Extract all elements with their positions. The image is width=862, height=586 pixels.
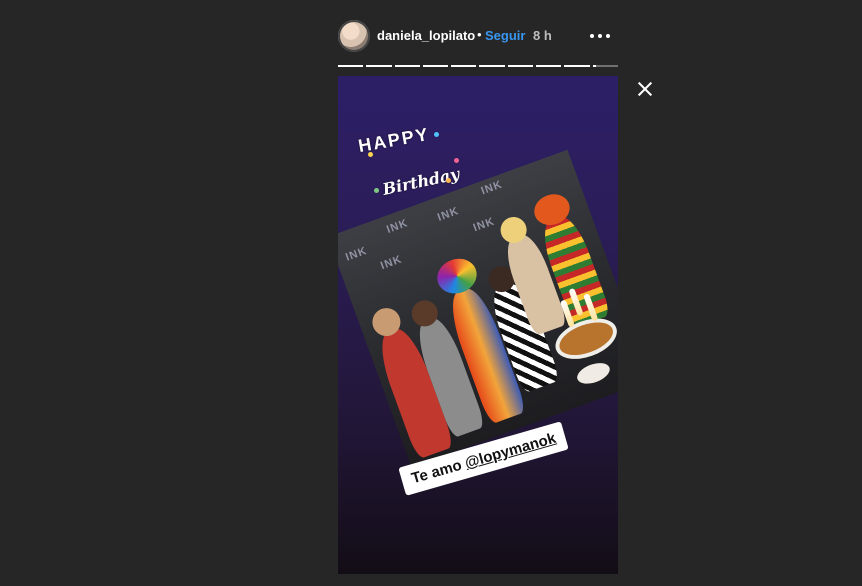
progress-fill [451, 65, 477, 67]
progress-fill [536, 65, 562, 67]
progress-fill [507, 65, 534, 67]
progress-fill [366, 65, 392, 67]
confetti-dot [368, 152, 373, 157]
dessert-plate [574, 359, 613, 388]
separator-dot: • [477, 27, 482, 42]
progress-segment [422, 65, 449, 67]
close-icon[interactable] [634, 78, 656, 100]
progress-segment [394, 65, 420, 67]
wall-logo-text: INK [379, 253, 404, 273]
wall-logo-text: INK [479, 178, 505, 198]
progress-segment [479, 65, 505, 67]
progress-fill [592, 65, 597, 67]
progress-fill [422, 65, 449, 67]
progress-segment [536, 65, 562, 67]
story-header: daniela_lopilato • Seguir 8 h [338, 20, 618, 52]
avatar[interactable] [338, 20, 370, 52]
story-progress-bar [338, 65, 618, 67]
confetti-dot [446, 178, 451, 183]
username-link[interactable]: daniela_lopilato [377, 28, 475, 43]
wall-logo-text: INK [344, 244, 369, 264]
progress-fill [338, 65, 364, 67]
more-dots-icon[interactable] [588, 24, 612, 48]
wall-logo-text: INK [471, 215, 497, 235]
progress-segment [451, 65, 477, 67]
progress-segment [507, 65, 534, 67]
confetti-dot [454, 158, 459, 163]
progress-fill [564, 65, 590, 67]
progress-segment [366, 65, 392, 67]
progress-fill [479, 65, 505, 67]
progress-segment [564, 65, 590, 67]
progress-segment [592, 65, 618, 67]
wall-logo-text: INK [385, 217, 410, 236]
confetti-dot [434, 132, 439, 137]
party-photo: INK INK INK INK INK INK [338, 149, 618, 468]
confetti-dot [374, 188, 379, 193]
follow-button[interactable]: Seguir [485, 28, 525, 43]
progress-segment [338, 65, 364, 67]
wall-logo-text: INK [435, 205, 461, 224]
progress-fill [394, 65, 420, 67]
story-media[interactable]: INK INK INK INK INK INK HAPPY Birthday T… [338, 76, 618, 574]
story-timestamp: 8 h [533, 28, 552, 43]
